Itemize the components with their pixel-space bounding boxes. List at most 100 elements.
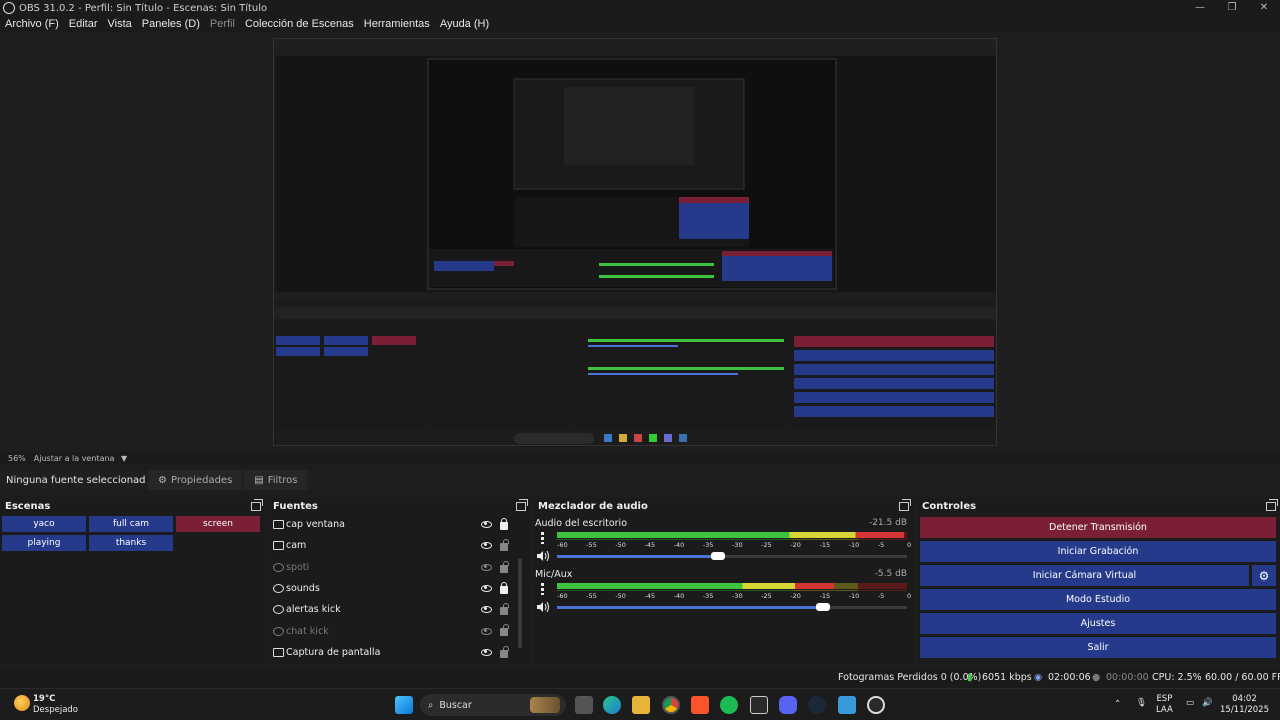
preview-canvas[interactable] bbox=[0, 32, 1280, 452]
menu-herramientas[interactable]: Herramientas bbox=[359, 18, 435, 30]
chevron-up-icon[interactable]: ⌃ bbox=[1114, 699, 1121, 710]
fit-window-dropdown[interactable]: Ajustar a la ventana ▼ bbox=[34, 454, 127, 463]
unlock-icon[interactable] bbox=[500, 603, 509, 616]
audio-icon bbox=[273, 562, 284, 572]
menu-perfil[interactable]: Perfil bbox=[205, 18, 240, 30]
settings-button[interactable]: Ajustes bbox=[920, 613, 1276, 634]
eye-off-icon[interactable] bbox=[481, 563, 492, 571]
network-icon[interactable]: ▭ bbox=[1186, 698, 1194, 709]
file-explorer-icon[interactable] bbox=[632, 696, 650, 714]
record-icon: ● bbox=[1092, 672, 1101, 683]
nested-preview-capture bbox=[273, 38, 997, 446]
discord-icon[interactable] bbox=[779, 696, 797, 714]
volume-slider-knob[interactable] bbox=[711, 552, 725, 560]
db-tick: -40 bbox=[673, 541, 685, 549]
mixer-track: Audio del escritorio -21.5 dB -60 -55 -50 -45… bbox=[533, 514, 913, 565]
undock-icon[interactable] bbox=[251, 498, 263, 511]
clock[interactable]: 04:02 15/11/2025 bbox=[1220, 694, 1269, 716]
undock-icon[interactable] bbox=[1266, 498, 1278, 511]
unlock-icon[interactable] bbox=[500, 560, 509, 573]
lock-icon[interactable] bbox=[500, 518, 508, 530]
eye-icon[interactable] bbox=[481, 542, 492, 550]
scene-item-playing[interactable]: playing bbox=[2, 535, 86, 551]
sources-scrollbar[interactable] bbox=[518, 558, 522, 648]
lock-icon[interactable] bbox=[500, 581, 508, 594]
obs-icon[interactable] bbox=[867, 696, 885, 714]
volume-slider[interactable] bbox=[557, 603, 907, 611]
spotify-icon[interactable] bbox=[720, 696, 738, 714]
track-menu-icon[interactable] bbox=[541, 583, 544, 595]
scene-item-yaco[interactable]: yaco bbox=[2, 516, 86, 532]
source-row[interactable]: cam bbox=[268, 535, 530, 556]
notepad-icon[interactable] bbox=[838, 696, 856, 714]
minimize-button[interactable]: — bbox=[1184, 0, 1216, 16]
eye-icon[interactable] bbox=[481, 521, 492, 529]
mixer-title: Mezclador de audio bbox=[538, 500, 648, 512]
db-tick: -5 bbox=[877, 592, 885, 600]
speaker-icon[interactable] bbox=[537, 601, 549, 613]
speaker-icon[interactable] bbox=[537, 550, 549, 562]
weather-desc[interactable]: Despejado bbox=[33, 705, 78, 715]
track-name: Mic/Aux bbox=[535, 569, 573, 580]
source-row[interactable]: spoti bbox=[268, 557, 530, 578]
source-label: cam bbox=[286, 540, 307, 552]
stop-streaming-button[interactable]: Detener Transmisión bbox=[920, 517, 1276, 538]
menu-editar[interactable]: Editar bbox=[64, 18, 103, 30]
chrome-icon[interactable] bbox=[662, 696, 680, 714]
scene-item-screen[interactable]: screen bbox=[176, 516, 260, 532]
brave-icon[interactable] bbox=[691, 696, 709, 714]
undock-icon[interactable] bbox=[516, 498, 528, 511]
source-row[interactable]: Captura de pantalla bbox=[268, 642, 530, 663]
maximize-button[interactable]: ❐ bbox=[1216, 0, 1248, 16]
windows-start-icon[interactable] bbox=[395, 696, 413, 714]
properties-label: Propiedades bbox=[170, 474, 233, 486]
scene-item-full-cam[interactable]: full cam bbox=[89, 516, 173, 532]
unlock-icon[interactable] bbox=[500, 624, 509, 637]
eye-icon[interactable] bbox=[481, 648, 492, 656]
source-row[interactable]: sounds bbox=[268, 578, 530, 599]
gear-icon: ⚙ bbox=[158, 474, 167, 486]
start-recording-button[interactable]: Iniciar Grabación bbox=[920, 541, 1276, 562]
level-meter bbox=[557, 590, 907, 591]
source-row[interactable]: chat kick bbox=[268, 620, 530, 641]
start-virtual-camera-button[interactable]: Iniciar Cámara Virtual bbox=[920, 565, 1249, 586]
studio-mode-button[interactable]: Modo Estudio bbox=[920, 589, 1276, 610]
eye-icon[interactable] bbox=[481, 585, 492, 593]
db-tick: -10 bbox=[848, 541, 860, 549]
language-indicator[interactable]: ESP LAA bbox=[1156, 694, 1173, 716]
steam-icon[interactable] bbox=[808, 696, 826, 714]
epic-games-icon[interactable] bbox=[750, 696, 768, 714]
properties-button[interactable]: ⚙ Propiedades bbox=[148, 470, 243, 490]
source-row[interactable]: alertas kick bbox=[268, 599, 530, 620]
task-view-icon[interactable] bbox=[575, 696, 593, 714]
track-name: Audio del escritorio bbox=[535, 518, 628, 529]
menu-archivo[interactable]: Archivo (F) bbox=[0, 18, 64, 30]
volume-slider-knob[interactable] bbox=[816, 603, 830, 611]
source-row[interactable]: cap ventana bbox=[268, 514, 530, 535]
menu-paneles[interactable]: Paneles (D) bbox=[137, 18, 205, 30]
scene-item-thanks[interactable]: thanks bbox=[89, 535, 173, 551]
filters-button[interactable]: ▤ Filtros bbox=[244, 470, 308, 490]
menu-ayuda[interactable]: Ayuda (H) bbox=[435, 18, 494, 30]
eye-off-icon[interactable] bbox=[481, 627, 492, 635]
weather-sun-icon[interactable] bbox=[14, 695, 30, 711]
taskbar-search[interactable]: ⌕ Buscar bbox=[420, 694, 566, 716]
eye-icon[interactable] bbox=[481, 606, 492, 614]
menu-vista[interactable]: Vista bbox=[103, 18, 137, 30]
edge-icon[interactable] bbox=[603, 696, 621, 714]
menu-coleccion-escenas[interactable]: Colección de Escenas bbox=[240, 18, 359, 30]
unlock-icon[interactable] bbox=[500, 645, 509, 658]
volume-icon[interactable]: 🔊 bbox=[1202, 698, 1213, 709]
virtual-camera-settings-gear-icon[interactable]: ⚙ bbox=[1252, 565, 1276, 586]
sources-dock: Fuentes cap ventana cam spoti sounds alertas… bbox=[268, 498, 530, 664]
weather-temp[interactable]: 19°C bbox=[33, 694, 55, 704]
exit-button[interactable]: Salir bbox=[920, 637, 1276, 658]
volume-slider[interactable] bbox=[557, 552, 907, 560]
browser-icon bbox=[273, 626, 284, 636]
unlock-icon[interactable] bbox=[500, 539, 509, 552]
db-tick: 0 bbox=[907, 592, 912, 600]
undock-icon[interactable] bbox=[899, 498, 911, 511]
close-button[interactable]: ✕ bbox=[1248, 0, 1280, 16]
microphone-icon[interactable]: 🎙 bbox=[1136, 698, 1147, 709]
track-menu-icon[interactable] bbox=[541, 532, 544, 544]
